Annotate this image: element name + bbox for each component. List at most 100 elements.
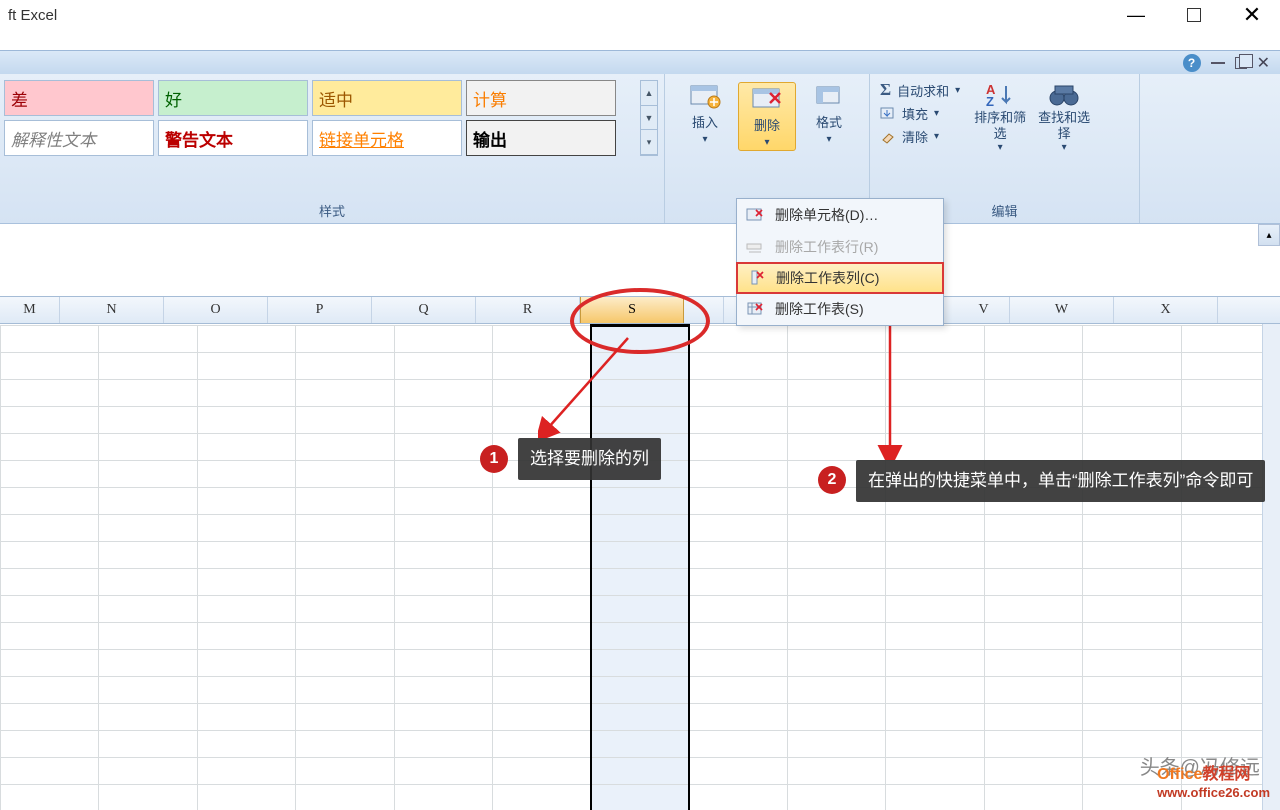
cell[interactable] — [1, 515, 99, 542]
cell[interactable] — [99, 461, 197, 488]
cell[interactable] — [99, 515, 197, 542]
vertical-scrollbar[interactable] — [1262, 324, 1280, 810]
style-explanatory[interactable]: 解释性文本 — [4, 120, 154, 156]
cell[interactable] — [1, 677, 99, 704]
cell[interactable] — [296, 569, 394, 596]
cell[interactable] — [394, 353, 492, 380]
cell[interactable] — [296, 353, 394, 380]
cell[interactable] — [788, 650, 886, 677]
menu-delete-sheet[interactable]: 删除工作表(S) — [737, 293, 943, 325]
style-good[interactable]: 好 — [158, 80, 308, 116]
cell[interactable] — [984, 650, 1082, 677]
column-header-selected[interactable]: S — [580, 297, 684, 323]
cell[interactable] — [197, 650, 295, 677]
cell[interactable] — [197, 731, 295, 758]
cell[interactable] — [591, 731, 689, 758]
cell[interactable] — [788, 758, 886, 785]
cell[interactable] — [591, 704, 689, 731]
cell[interactable] — [591, 623, 689, 650]
cell[interactable] — [1, 704, 99, 731]
column-header[interactable] — [684, 297, 724, 323]
cell[interactable] — [1083, 380, 1181, 407]
cell[interactable] — [689, 461, 787, 488]
cell[interactable] — [197, 515, 295, 542]
delete-button[interactable]: 删除 ▾ — [738, 82, 796, 151]
cell[interactable] — [1083, 596, 1181, 623]
cell[interactable] — [296, 785, 394, 810]
cell[interactable] — [296, 677, 394, 704]
column-header[interactable]: O — [164, 297, 268, 323]
window-maximize-button[interactable] — [1174, 4, 1214, 26]
format-button[interactable]: 格式 ▾ — [800, 82, 858, 151]
cell[interactable] — [984, 434, 1082, 461]
cell[interactable] — [394, 596, 492, 623]
cell[interactable] — [984, 623, 1082, 650]
cell[interactable] — [99, 488, 197, 515]
sort-filter-button[interactable]: AZ 排序和筛选▾ — [972, 80, 1028, 154]
cell[interactable] — [788, 569, 886, 596]
column-header[interactable]: V — [958, 297, 1010, 323]
cell[interactable] — [99, 569, 197, 596]
cell[interactable] — [1, 407, 99, 434]
menu-delete-columns[interactable]: 删除工作表列(C) — [736, 262, 944, 294]
column-header[interactable]: Q — [372, 297, 476, 323]
cell[interactable] — [296, 704, 394, 731]
column-header[interactable]: X — [1114, 297, 1218, 323]
cell[interactable] — [492, 569, 590, 596]
cell[interactable] — [1083, 434, 1181, 461]
cell[interactable] — [99, 407, 197, 434]
cell[interactable] — [689, 596, 787, 623]
cell[interactable] — [788, 677, 886, 704]
cell[interactable] — [492, 758, 590, 785]
help-icon[interactable]: ? — [1183, 54, 1201, 72]
cell[interactable] — [197, 704, 295, 731]
cell[interactable] — [1, 353, 99, 380]
cell[interactable] — [296, 731, 394, 758]
cell[interactable] — [984, 677, 1082, 704]
cell[interactable] — [1083, 650, 1181, 677]
cell[interactable] — [1, 569, 99, 596]
cell[interactable] — [886, 623, 984, 650]
cell[interactable] — [1, 542, 99, 569]
column-header[interactable]: M — [0, 297, 60, 323]
style-neutral[interactable]: 适中 — [312, 80, 462, 116]
cell[interactable] — [197, 785, 295, 810]
cell[interactable] — [1083, 515, 1181, 542]
cell[interactable] — [197, 623, 295, 650]
cell[interactable] — [788, 785, 886, 810]
cell[interactable] — [886, 785, 984, 810]
cell[interactable] — [1, 650, 99, 677]
fill-button[interactable]: 填充 ▾ — [876, 104, 964, 123]
cell[interactable] — [99, 326, 197, 353]
cell[interactable] — [394, 461, 492, 488]
cell[interactable] — [296, 596, 394, 623]
cell[interactable] — [591, 677, 689, 704]
cell[interactable] — [99, 650, 197, 677]
window-minimize-button[interactable]: — — [1116, 4, 1156, 26]
scroll-down-icon[interactable]: ▼ — [641, 106, 657, 131]
cell[interactable] — [1, 758, 99, 785]
cell[interactable] — [492, 542, 590, 569]
cell[interactable] — [689, 380, 787, 407]
cell[interactable] — [886, 758, 984, 785]
cell[interactable] — [394, 380, 492, 407]
cell[interactable] — [984, 326, 1082, 353]
cell[interactable] — [689, 488, 787, 515]
column-header[interactable]: N — [60, 297, 164, 323]
cell[interactable] — [394, 731, 492, 758]
cell[interactable] — [296, 488, 394, 515]
cell[interactable] — [492, 650, 590, 677]
style-calculation[interactable]: 计算 — [466, 80, 616, 116]
cell[interactable] — [99, 353, 197, 380]
cell[interactable] — [492, 704, 590, 731]
cell[interactable] — [394, 704, 492, 731]
cell[interactable] — [1083, 326, 1181, 353]
cell[interactable] — [984, 515, 1082, 542]
cell[interactable] — [1, 326, 99, 353]
scroll-up-button[interactable]: ▴ — [1258, 224, 1280, 246]
cell[interactable] — [1, 380, 99, 407]
cell[interactable] — [394, 434, 492, 461]
cell[interactable] — [197, 677, 295, 704]
cell[interactable] — [1, 623, 99, 650]
column-header[interactable]: W — [1010, 297, 1114, 323]
